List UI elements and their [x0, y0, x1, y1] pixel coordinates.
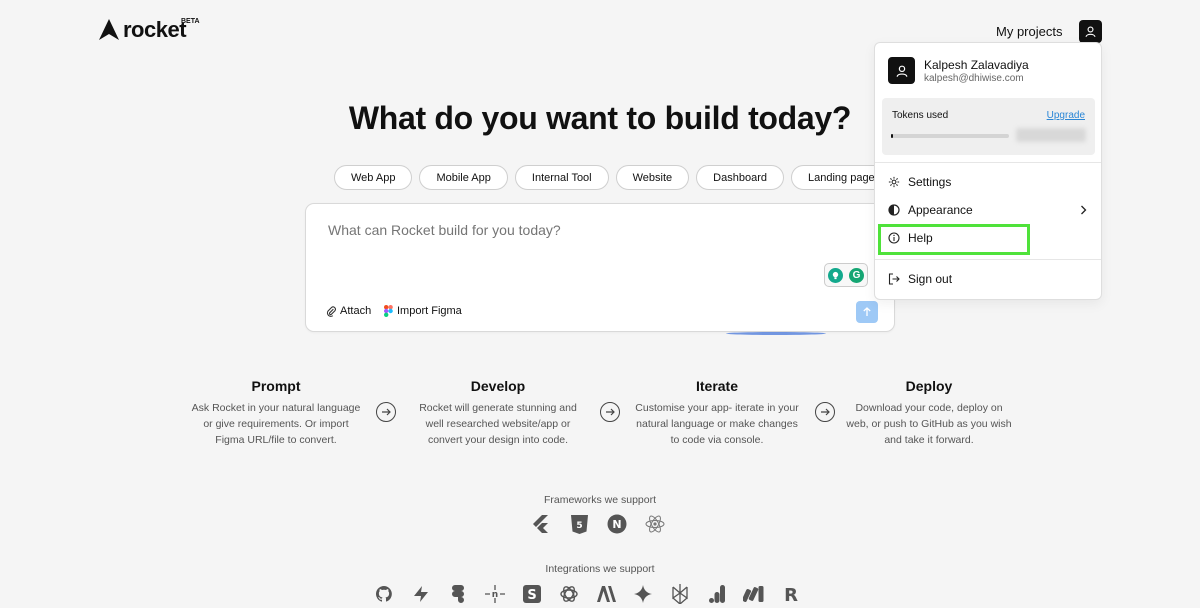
prompt-box: G Attach Import Figma	[305, 203, 895, 335]
paperclip-icon	[326, 305, 336, 317]
send-button[interactable]	[856, 301, 878, 323]
github-icon	[373, 583, 395, 605]
sign-out-menu-item[interactable]: Sign out	[888, 269, 1088, 289]
appearance-menu-item[interactable]: Appearance	[888, 200, 1088, 220]
user-icon	[896, 65, 907, 77]
sign-out-icon	[888, 273, 900, 285]
step-develop: Develop Rocket will generate stunning an…	[413, 378, 583, 448]
anthropic-icon	[595, 583, 617, 605]
tokens-progress-bar	[891, 134, 1009, 138]
nextjs-icon: N	[606, 513, 628, 535]
integrations-icons: n S R	[373, 583, 802, 605]
netlify-icon: n	[484, 583, 506, 605]
arrow-right-circle-icon	[815, 402, 835, 422]
svg-text:R: R	[784, 585, 798, 603]
arrow-right-circle-icon	[376, 402, 396, 422]
settings-menu-item[interactable]: Settings	[888, 172, 1088, 192]
resend-icon: R	[780, 583, 802, 605]
user-name: Kalpesh Zalavadiya	[924, 58, 1029, 72]
arrow-up-icon	[863, 307, 871, 316]
tokens-count-redacted	[1016, 128, 1086, 142]
figma-icon	[447, 583, 469, 605]
step-title: Prompt	[251, 378, 301, 394]
figma-icon	[384, 305, 393, 317]
frameworks-label: Frameworks we support	[543, 494, 657, 506]
svg-text:S: S	[527, 588, 536, 603]
chevron-right-icon	[1081, 205, 1087, 215]
attach-button[interactable]: Attach	[326, 305, 371, 317]
divider	[875, 259, 1101, 260]
step-deploy: Deploy Download your code, deploy on web…	[844, 378, 1014, 448]
divider	[875, 162, 1101, 163]
grammarly-widget[interactable]: G	[824, 263, 868, 287]
chip-mobile-app[interactable]: Mobile App	[419, 165, 508, 190]
step-title: Deploy	[905, 378, 953, 394]
help-highlight-box	[878, 224, 1030, 255]
logo-text: rocket	[123, 17, 187, 42]
my-projects-link[interactable]: My projects	[996, 24, 1062, 39]
chip-internal-tool[interactable]: Internal Tool	[514, 165, 609, 190]
grammarly-icon: G	[849, 267, 864, 283]
svg-text:n: n	[492, 590, 498, 600]
import-figma-label: Import Figma	[397, 305, 462, 317]
frameworks-icons: 5 N	[530, 513, 666, 535]
step-description: Download your code, deploy on web, or pu…	[846, 402, 1012, 446]
step-description: Customise your app- iterate in your natu…	[635, 402, 799, 446]
step-prompt: Prompt Ask Rocket in your natural langua…	[191, 378, 361, 448]
chip-web-app[interactable]: Web App	[334, 165, 413, 190]
gemini-icon	[632, 583, 654, 605]
prompt-input[interactable]	[328, 222, 828, 238]
account-menu: Kalpesh Zalavadiya kalpesh@dhiwise.com T…	[874, 42, 1102, 300]
step-description: Ask Rocket in your natural language or g…	[191, 402, 361, 446]
svg-text:5: 5	[576, 521, 582, 531]
openai-icon	[558, 583, 580, 605]
perplexity-icon	[669, 583, 691, 605]
attach-label: Attach	[340, 305, 372, 317]
user-icon	[1085, 26, 1096, 38]
contrast-icon	[888, 204, 900, 216]
beta-badge: BETA	[181, 18, 200, 25]
gear-icon	[888, 176, 900, 188]
user-email: kalpesh@dhiwise.com	[924, 73, 1024, 84]
app-type-chips: Web App Mobile App Internal Tool Website…	[334, 165, 892, 190]
integrations-label: Integrations we support	[545, 563, 655, 575]
svg-text:N: N	[612, 518, 621, 531]
stripe-icon: S	[521, 583, 543, 605]
step-title: Iterate	[695, 378, 739, 394]
step-description: Rocket will generate stunning and well r…	[419, 402, 577, 446]
arrow-right-circle-icon	[600, 402, 620, 422]
account-avatar-button[interactable]	[1079, 20, 1102, 43]
tokens-progress-fill	[891, 134, 894, 138]
tokens-label: Tokens used	[892, 110, 949, 121]
settings-label: Settings	[908, 175, 952, 189]
tokens-panel: Tokens used Upgrade	[882, 98, 1095, 155]
html5-icon: 5	[568, 513, 590, 535]
glow-accent	[726, 332, 826, 335]
make-icon	[743, 583, 765, 605]
upgrade-link[interactable]: Upgrade	[1047, 110, 1085, 121]
import-figma-button[interactable]: Import Figma	[384, 305, 462, 317]
step-iterate: Iterate Customise your app- iterate in y…	[632, 378, 802, 448]
react-icon	[644, 513, 666, 535]
avatar	[888, 57, 915, 84]
sign-out-label: Sign out	[908, 272, 953, 286]
lightbulb-icon	[828, 267, 843, 283]
appearance-label: Appearance	[908, 203, 973, 217]
flutter-icon	[530, 513, 552, 535]
rocket-logo[interactable]: rocket BETA	[97, 17, 200, 42]
chip-website[interactable]: Website	[615, 165, 690, 190]
supabase-icon	[410, 583, 432, 605]
chip-dashboard[interactable]: Dashboard	[696, 165, 784, 190]
rocket-logo-icon	[99, 19, 119, 40]
analytics-icon	[706, 583, 728, 605]
step-title: Develop	[470, 378, 526, 394]
